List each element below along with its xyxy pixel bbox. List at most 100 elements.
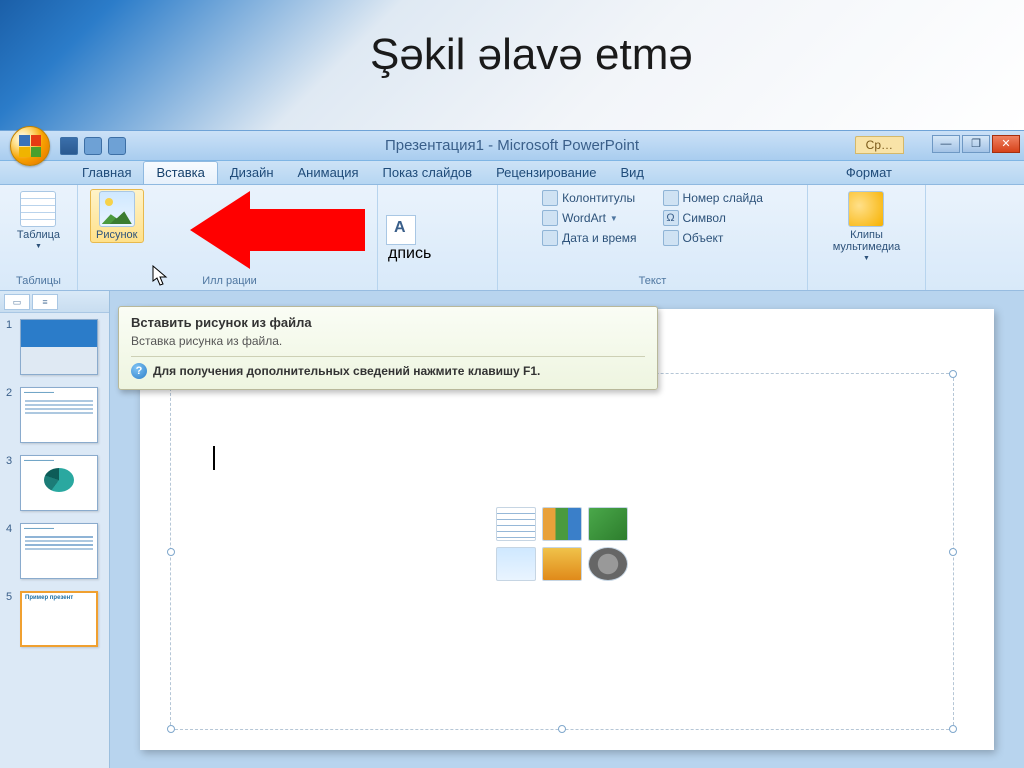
resize-handle[interactable] — [949, 370, 957, 378]
slides-tab[interactable]: ▭ — [4, 294, 30, 310]
minimize-button[interactable]: — — [932, 135, 960, 153]
tab-slideshow[interactable]: Показ слайдов — [371, 162, 485, 184]
ribbon-group-media: Клипы мультимедиа ▼ — [808, 185, 926, 290]
thumb-preview — [20, 319, 98, 375]
table-icon — [20, 191, 56, 227]
wordart-icon — [542, 210, 558, 226]
slide-number-icon — [663, 190, 679, 206]
object-button[interactable]: Объект — [659, 229, 767, 247]
outer-slide-header: Şəkil əlavə etmə — [0, 0, 1024, 130]
header-footer-icon — [542, 190, 558, 206]
media-button-label: Клипы мультимедиа — [833, 229, 901, 253]
textbox-icon[interactable]: A — [386, 215, 416, 245]
tooltip-title: Вставить рисунок из файла — [131, 315, 645, 330]
save-icon[interactable] — [60, 137, 78, 155]
slide-thumb-4[interactable]: 4 ————— — [0, 517, 109, 585]
symbol-icon: Ω — [663, 210, 679, 226]
tab-format[interactable]: Формат — [834, 162, 904, 184]
ribbon-group-illustrations: Рисунок Илл рации — [78, 185, 378, 290]
powerpoint-window: Презентация1 - Microsoft PowerPoint Ср… … — [0, 130, 1024, 768]
datetime-button[interactable]: Дата и время — [538, 229, 640, 247]
insert-picture-icon[interactable] — [496, 547, 536, 581]
tooltip-help-row: ? Для получения дополнительных сведений … — [131, 356, 645, 379]
outline-tab[interactable]: ≡ — [32, 294, 58, 310]
tab-view[interactable]: Вид — [608, 162, 656, 184]
redo-icon[interactable] — [108, 137, 126, 155]
thumb-number: 5 — [6, 591, 16, 603]
close-button[interactable]: ✕ — [992, 135, 1020, 153]
page-heading: Şəkil əlavə etmə — [370, 30, 693, 80]
slide-number-button[interactable]: Номер слайда — [659, 189, 767, 207]
sound-icon — [848, 191, 884, 227]
group-label-tables: Таблицы — [16, 274, 61, 288]
insert-media-icon[interactable] — [588, 547, 628, 581]
tab-animation[interactable]: Анимация — [286, 162, 371, 184]
undo-icon[interactable] — [84, 137, 102, 155]
insert-smartart-icon[interactable] — [588, 507, 628, 541]
group-label-illustrations: Илл рации — [202, 274, 257, 288]
slides-thumbnail-pane: ▭ ≡ 1 2 ————— 3 ————— 4 ————— 5 Пример п — [0, 291, 110, 768]
resize-handle[interactable] — [167, 548, 175, 556]
picture-button[interactable]: Рисунок — [90, 189, 144, 243]
resize-handle[interactable] — [167, 725, 175, 733]
slide-thumb-2[interactable]: 2 ————— — [0, 381, 109, 449]
table-button-label: Таблица — [17, 229, 60, 241]
tab-insert[interactable]: Вставка — [143, 161, 217, 184]
tooltip-help-text: Для получения дополнительных сведений на… — [153, 364, 540, 378]
thumb-preview: ————— — [20, 387, 98, 443]
media-clips-button[interactable]: Клипы мультимедиа ▼ — [827, 189, 907, 264]
tooltip-insert-picture: Вставить рисунок из файла Вставка рисунк… — [118, 306, 658, 390]
ribbon-group-text: Колонтитулы WordArt▼ Дата и время Номер … — [498, 185, 808, 290]
picture-icon — [99, 191, 135, 227]
thumb-preview: ————— — [20, 455, 98, 511]
thumb-preview: ————— — [20, 523, 98, 579]
symbol-button[interactable]: ΩСимвол — [659, 209, 767, 227]
resize-handle[interactable] — [949, 725, 957, 733]
quick-access-toolbar — [60, 137, 126, 155]
resize-handle[interactable] — [949, 548, 957, 556]
table-button[interactable]: Таблица ▼ — [11, 189, 66, 252]
tooltip-body: Вставка рисунка из файла. — [131, 334, 645, 348]
thumb-number: 2 — [6, 387, 16, 399]
placeholder-content-icons — [496, 507, 628, 581]
thumb-number: 1 — [6, 319, 16, 331]
slide-thumb-1[interactable]: 1 — [0, 313, 109, 381]
ribbon-group-tables: Таблица ▼ Таблицы — [0, 185, 78, 290]
tab-review[interactable]: Рецензирование — [484, 162, 608, 184]
datetime-icon — [542, 230, 558, 246]
insert-clipart-icon[interactable] — [542, 547, 582, 581]
thumbs-tab-strip: ▭ ≡ — [0, 291, 109, 313]
slide-thumb-3[interactable]: 3 ————— — [0, 449, 109, 517]
header-footer-button[interactable]: Колонтитулы — [538, 189, 640, 207]
chevron-down-icon: ▼ — [610, 214, 618, 223]
context-tab-label[interactable]: Ср… — [855, 136, 904, 154]
insert-chart-icon[interactable] — [542, 507, 582, 541]
insert-table-icon[interactable] — [496, 507, 536, 541]
chevron-down-icon: ▼ — [863, 255, 870, 262]
office-logo-icon — [19, 135, 41, 157]
thumb-number: 4 — [6, 523, 16, 535]
restore-button[interactable]: ❐ — [962, 135, 990, 153]
picture-button-label: Рисунок — [96, 229, 138, 241]
window-title: Презентация1 - Microsoft PowerPoint — [385, 137, 639, 154]
office-button[interactable] — [10, 126, 50, 166]
resize-handle[interactable] — [558, 725, 566, 733]
window-controls: — ❐ ✕ — [932, 135, 1020, 153]
mouse-cursor-icon — [152, 265, 170, 287]
ribbon-tabs: Главная Вставка Дизайн Анимация Показ сл… — [0, 161, 1024, 185]
textbox-label-fragment: дпись — [388, 245, 431, 263]
thumb-preview: Пример презент — [20, 591, 98, 647]
ribbon-group-textbox-fragment: A дпись — [378, 185, 498, 290]
text-caret — [213, 446, 215, 470]
wordart-button[interactable]: WordArt▼ — [538, 209, 640, 227]
thumb-number: 3 — [6, 455, 16, 467]
content-placeholder[interactable] — [170, 373, 954, 730]
title-bar: Презентация1 - Microsoft PowerPoint Ср… … — [0, 131, 1024, 161]
help-icon: ? — [131, 363, 147, 379]
chevron-down-icon: ▼ — [35, 243, 42, 250]
group-label-text: Текст — [639, 274, 667, 288]
slide-thumb-5[interactable]: 5 Пример презент — [0, 585, 109, 653]
object-icon — [663, 230, 679, 246]
tab-design[interactable]: Дизайн — [218, 162, 286, 184]
tab-home[interactable]: Главная — [70, 162, 143, 184]
